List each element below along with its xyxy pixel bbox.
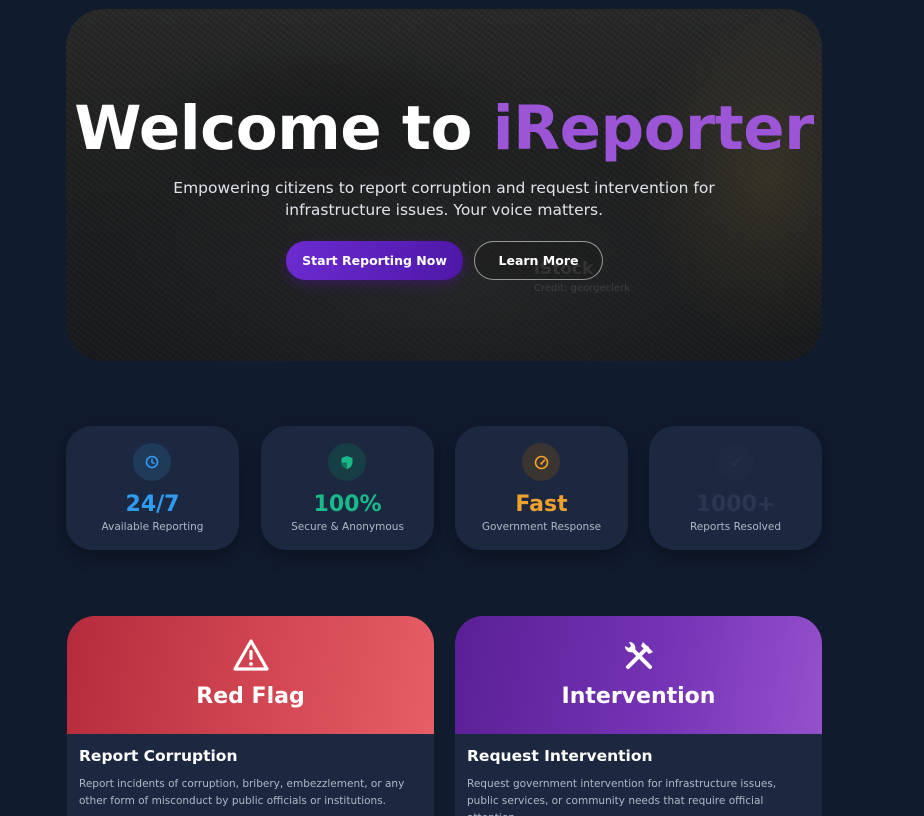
watermark-credit: Credit: georgeclerk <box>534 283 631 294</box>
stat-label: Reports Resolved <box>689 521 782 533</box>
warning-icon <box>67 638 434 672</box>
hero-title-brand: iReporter <box>492 93 815 164</box>
intervention-card-header: Intervention <box>455 616 822 734</box>
hero-title-prefix: Welcome to <box>74 93 472 164</box>
stat-label: Available Reporting <box>101 521 204 533</box>
check-icon <box>716 443 754 481</box>
stat-value: Fast <box>515 492 568 517</box>
stat-card-security: 100% Secure & Anonymous <box>261 426 434 550</box>
learn-more-button[interactable]: Learn More <box>474 241 603 280</box>
hero-section: iStock Credit: georgeclerk Welcome to iR… <box>66 9 822 361</box>
hero-title: Welcome to iReporter <box>66 95 822 162</box>
stat-value: 1000+ <box>695 492 776 517</box>
stat-value: 24/7 <box>125 492 180 517</box>
stat-label: Government Response <box>481 521 602 533</box>
intervention-description: Request government intervention for infr… <box>467 778 777 816</box>
stat-card-response: Fast Government Response <box>455 426 628 550</box>
stat-label: Secure & Anonymous <box>291 521 404 533</box>
speedometer-icon <box>522 443 560 481</box>
intervention-body-title: Request Intervention <box>467 747 653 765</box>
clock-icon <box>133 443 171 481</box>
stat-card-availability: 24/7 Available Reporting <box>66 426 239 550</box>
red-flag-title: Red Flag <box>196 684 305 709</box>
stat-card-resolved: 1000+ Reports Resolved <box>649 426 822 550</box>
shield-icon <box>328 443 366 481</box>
red-flag-card[interactable]: Red Flag Report Corruption Report incide… <box>67 616 434 816</box>
stat-value: 100% <box>313 492 382 517</box>
red-flag-body-title: Report Corruption <box>79 747 238 765</box>
start-reporting-button[interactable]: Start Reporting Now <box>286 241 463 280</box>
red-flag-card-header: Red Flag <box>67 616 434 734</box>
intervention-title: Intervention <box>561 684 716 709</box>
tools-icon <box>455 638 822 674</box>
hero-subtitle: Empowering citizens to report corruption… <box>173 179 715 219</box>
intervention-card[interactable]: Intervention Request Intervention Reques… <box>455 616 822 816</box>
red-flag-description: Report incidents of corruption, bribery,… <box>79 778 405 807</box>
